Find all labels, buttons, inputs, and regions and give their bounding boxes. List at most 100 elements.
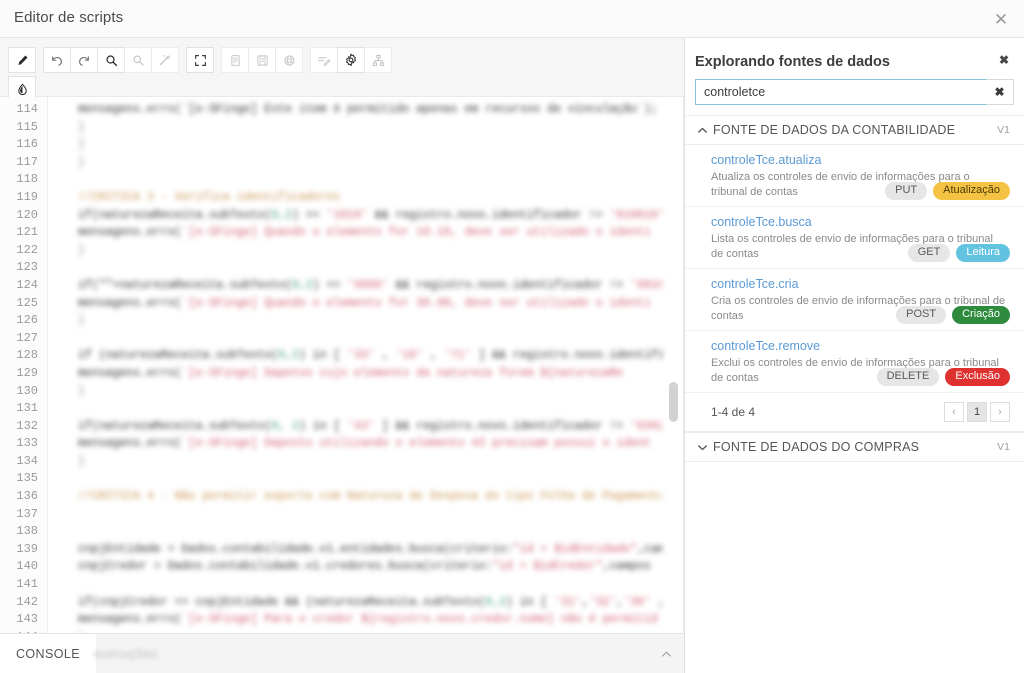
search-icon[interactable] bbox=[97, 47, 125, 73]
code-line: mensagens.erro(`[e-SFinge] Quando o elem… bbox=[78, 296, 651, 310]
line-number: 118 bbox=[16, 172, 38, 187]
data-source-item[interactable]: controleTce.busca Lista os controles de e… bbox=[685, 207, 1024, 269]
code-line: } bbox=[78, 155, 85, 169]
line-number: 131 bbox=[16, 401, 38, 416]
script-editor-window: Editor de scripts ✕ 114 115 116 117 118 … bbox=[0, 0, 1024, 673]
code-line: mensagens.erro(`[e-SFinge] Quando o elem… bbox=[78, 226, 651, 240]
http-verb-badge: GET bbox=[907, 244, 951, 262]
code-line: if(""+naturezaReceita.subTexto(0,2) == '… bbox=[78, 278, 662, 292]
pagination-count: 1-4 de 4 bbox=[711, 405, 756, 419]
code-editor[interactable]: 114 115 116 117 118 119 120 121 122 123 124 125 126 1… bbox=[0, 97, 684, 633]
tab-execucoes[interactable]: execuções bbox=[78, 634, 173, 673]
code-line: if(naturezaReceita.subTexto(0, 2) in [ '… bbox=[78, 419, 662, 433]
panel-title: Explorando fontes de dados bbox=[695, 54, 890, 70]
data-source-version-label: V1 bbox=[997, 124, 1010, 136]
data-source-group-name: FONTE DE DADOS DA CONTABILIDADE bbox=[713, 123, 956, 137]
hierarchy-icon[interactable] bbox=[364, 47, 392, 73]
undo-icon[interactable] bbox=[43, 47, 71, 73]
search-row: ✖ bbox=[695, 79, 1014, 105]
data-source-version-label: V1 bbox=[997, 441, 1010, 453]
pagination-buttons: ‹ 1 › bbox=[944, 402, 1010, 422]
line-number: 132 bbox=[16, 418, 38, 433]
panel-close-icon[interactable]: ✖ bbox=[994, 50, 1014, 70]
line-number: 130 bbox=[16, 383, 38, 398]
line-number: 125 bbox=[16, 295, 38, 310]
data-source-item-name[interactable]: controleTce.busca bbox=[711, 215, 1010, 229]
code-line: mensagens.erro(`[e-SFinge] Daposto utili… bbox=[78, 437, 651, 451]
page-title: Editor de scripts bbox=[14, 9, 124, 26]
code-line: } bbox=[78, 138, 85, 152]
fullscreen-icon[interactable] bbox=[186, 47, 214, 73]
data-source-item[interactable]: controleTce.remove Exclui os controles de… bbox=[685, 331, 1024, 393]
chevron-up-icon bbox=[695, 123, 709, 137]
line-number: 119 bbox=[16, 189, 38, 204]
data-source-item[interactable]: controleTce.atualiza Atualiza os controle… bbox=[685, 145, 1024, 207]
editor-toolbar bbox=[0, 38, 684, 102]
line-number: 143 bbox=[16, 612, 38, 627]
code-line: mensagens.erro(`[e-SFinge] Este item é p… bbox=[78, 103, 658, 116]
panel-header: Explorando fontes de dados ✖ bbox=[685, 38, 1024, 78]
code-line: if (naturezaReceita.subTexto(0,2) in [ '… bbox=[78, 349, 662, 363]
data-source-item-badges: PUT Atualização bbox=[885, 182, 1010, 200]
data-source-item-name[interactable]: controleTce.atualiza bbox=[711, 153, 1010, 167]
toolbar-row-primary bbox=[8, 47, 392, 73]
http-verb-badge: DELETE bbox=[876, 368, 940, 386]
editor-scrollbar-thumb[interactable] bbox=[669, 382, 678, 422]
line-number: 121 bbox=[16, 225, 38, 240]
data-source-item[interactable]: controleTce.cria Cria os controles de env… bbox=[685, 269, 1024, 331]
chevron-down-icon bbox=[695, 440, 709, 454]
line-number: 139 bbox=[16, 541, 38, 556]
code-line: if(cnpjCredor == cnpjEntidade && (nature… bbox=[78, 595, 662, 609]
globe-icon[interactable] bbox=[275, 47, 303, 73]
line-number: 120 bbox=[16, 207, 38, 222]
search-replace-icon[interactable] bbox=[124, 47, 152, 73]
line-number: 123 bbox=[16, 260, 38, 275]
editor-bottom-bar: CONSOLE execuções bbox=[0, 633, 684, 673]
pagination-prev-button[interactable]: ‹ bbox=[944, 402, 964, 422]
http-verb-badge: PUT bbox=[885, 182, 928, 200]
save-icon[interactable] bbox=[248, 47, 276, 73]
line-number: 133 bbox=[16, 436, 38, 451]
copy-icon[interactable] bbox=[221, 47, 249, 73]
data-source-group-header[interactable]: FONTE DE DADOS DO COMPRAS V1 bbox=[685, 432, 1024, 462]
close-icon[interactable]: ✕ bbox=[988, 6, 1014, 32]
data-source-item-name[interactable]: controleTce.cria bbox=[711, 277, 1010, 291]
edit-pencil-icon[interactable] bbox=[8, 47, 36, 73]
redo-icon[interactable] bbox=[70, 47, 98, 73]
code-line: mensagens.erro(`[e-SFinge] Para o credor… bbox=[78, 613, 658, 627]
line-number: 137 bbox=[16, 506, 38, 521]
http-verb-badge: POST bbox=[896, 306, 947, 324]
line-number: 136 bbox=[16, 489, 38, 504]
search-input[interactable] bbox=[695, 79, 986, 105]
editor-vertical-scrollbar[interactable] bbox=[669, 97, 678, 633]
pagination-page-1-button[interactable]: 1 bbox=[967, 402, 987, 422]
code-content[interactable]: mensagens.erro(`[e-SFinge] Este item é p… bbox=[48, 97, 662, 633]
clear-search-icon[interactable]: ✖ bbox=[986, 79, 1014, 105]
code-line: cnpjCredor = Dados.contabilidade.v1.cred… bbox=[78, 560, 651, 574]
operation-badge: Leitura bbox=[956, 244, 1010, 262]
gear-icon[interactable] bbox=[337, 47, 365, 73]
pagination-next-button[interactable]: › bbox=[990, 402, 1010, 422]
line-number: 141 bbox=[16, 577, 38, 592]
data-source-item-name[interactable]: controleTce.remove bbox=[711, 339, 1010, 353]
code-line: } bbox=[78, 314, 85, 328]
line-number-gutter: 114 115 116 117 118 119 120 121 122 123 124 125 126 1… bbox=[0, 97, 48, 633]
line-number: 114 bbox=[16, 102, 38, 116]
signature-icon[interactable] bbox=[310, 47, 338, 73]
line-number: 134 bbox=[16, 453, 38, 468]
code-line: //CRITICA 3 - Verifica identificadores bbox=[78, 190, 341, 204]
data-source-group-header[interactable]: FONTE DE DADOS DA CONTABILIDADE V1 bbox=[685, 115, 1024, 145]
chevron-up-icon[interactable] bbox=[658, 646, 674, 662]
line-number: 129 bbox=[16, 365, 38, 380]
magic-wand-icon[interactable] bbox=[151, 47, 179, 73]
code-line: } bbox=[78, 384, 85, 398]
line-number: 128 bbox=[16, 348, 38, 363]
operation-badge: Criação bbox=[952, 306, 1010, 324]
